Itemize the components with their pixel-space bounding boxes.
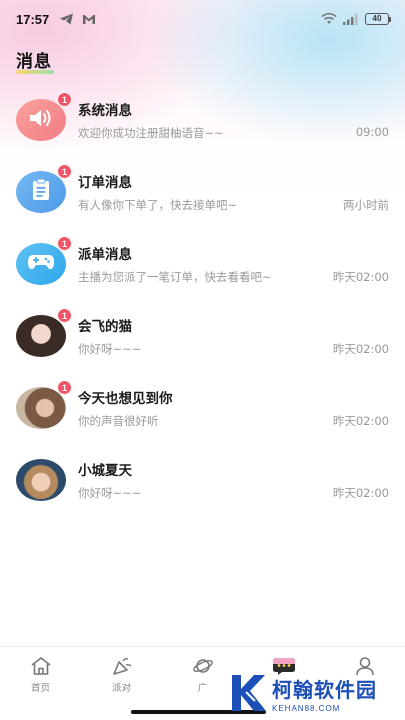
message-title: 订单消息	[78, 175, 132, 191]
message-time: 昨天02:00	[332, 270, 389, 284]
list-item-order-message[interactable]: 1 订单消息 有人像你下单了，快去接单吧~ 两小时前	[0, 156, 405, 228]
unread-badge: 1	[57, 380, 72, 395]
message-time: 09:00	[355, 125, 389, 139]
battery-icon: 40	[365, 13, 391, 25]
avatar: 1	[16, 236, 72, 289]
gamepad-icon	[27, 253, 55, 275]
nav-item-home[interactable]: 首页	[0, 647, 81, 720]
message-title: 派单消息	[78, 247, 132, 263]
message-title: 今天也想见到你	[78, 391, 173, 407]
avatar: 1	[16, 380, 72, 433]
message-list: 1 系统消息 欢迎你成功注册甜柚语音~~ 09:00 1 订单消息 有人像你下单…	[0, 84, 405, 516]
planet-icon	[191, 655, 215, 677]
status-bar: 17:57 40	[0, 0, 405, 38]
home-icon	[29, 655, 53, 677]
list-item-chat[interactable]: 1 今天也想见到你 你的声音很好听 昨天02:00	[0, 372, 405, 444]
message-time: 昨天02:00	[332, 486, 389, 500]
list-item-chat[interactable]: 1 会飞的猫 你好呀~~~ 昨天02:00	[0, 300, 405, 372]
message-title: 会飞的猫	[78, 319, 132, 335]
wifi-icon	[321, 10, 337, 29]
battery-level: 40	[365, 13, 389, 25]
user-photo	[16, 315, 66, 357]
unread-badge: 1	[57, 164, 72, 179]
party-icon	[110, 655, 134, 677]
clipboard-icon	[30, 178, 52, 206]
list-item-dispatch-message[interactable]: 1 派单消息 主播为您派了一笔订单，快去看看吧~ 昨天02:00	[0, 228, 405, 300]
nav-label: 首页	[30, 683, 50, 694]
watermark-subtitle: KEHAN88.COM	[272, 703, 341, 713]
avatar	[16, 455, 66, 505]
list-item-system-message[interactable]: 1 系统消息 欢迎你成功注册甜柚语音~~ 09:00	[0, 84, 405, 156]
speaker-icon	[28, 107, 54, 133]
unread-badge: 1	[57, 308, 72, 323]
watermark-title: 柯翰软件园	[272, 677, 377, 702]
user-photo	[16, 387, 66, 429]
message-time: 昨天02:00	[332, 342, 389, 356]
message-time: 两小时前	[343, 198, 389, 212]
avatar: 1	[16, 308, 72, 361]
telegram-icon	[59, 10, 74, 29]
message-title: 系统消息	[78, 103, 132, 119]
nav-label: 派对	[111, 683, 131, 694]
signal-icon	[343, 10, 359, 29]
page-title: 消息	[16, 47, 54, 74]
watermark: 柯翰软件园 KEHAN88.COM	[228, 670, 398, 716]
list-item-chat[interactable]: 小城夏天 你好呀~~~ 昨天02:00	[0, 444, 405, 516]
watermark-logo-icon	[228, 671, 268, 715]
status-time: 17:57	[16, 11, 50, 27]
message-time: 昨天02:00	[332, 414, 389, 428]
user-photo	[16, 459, 66, 501]
avatar: 1	[16, 164, 72, 217]
message-title: 小城夏天	[78, 463, 132, 479]
unread-badge: 1	[57, 92, 72, 107]
gmail-icon	[82, 10, 96, 29]
unread-badge: 1	[57, 236, 72, 251]
avatar: 1	[16, 92, 72, 145]
nav-label: 广	[197, 683, 208, 694]
